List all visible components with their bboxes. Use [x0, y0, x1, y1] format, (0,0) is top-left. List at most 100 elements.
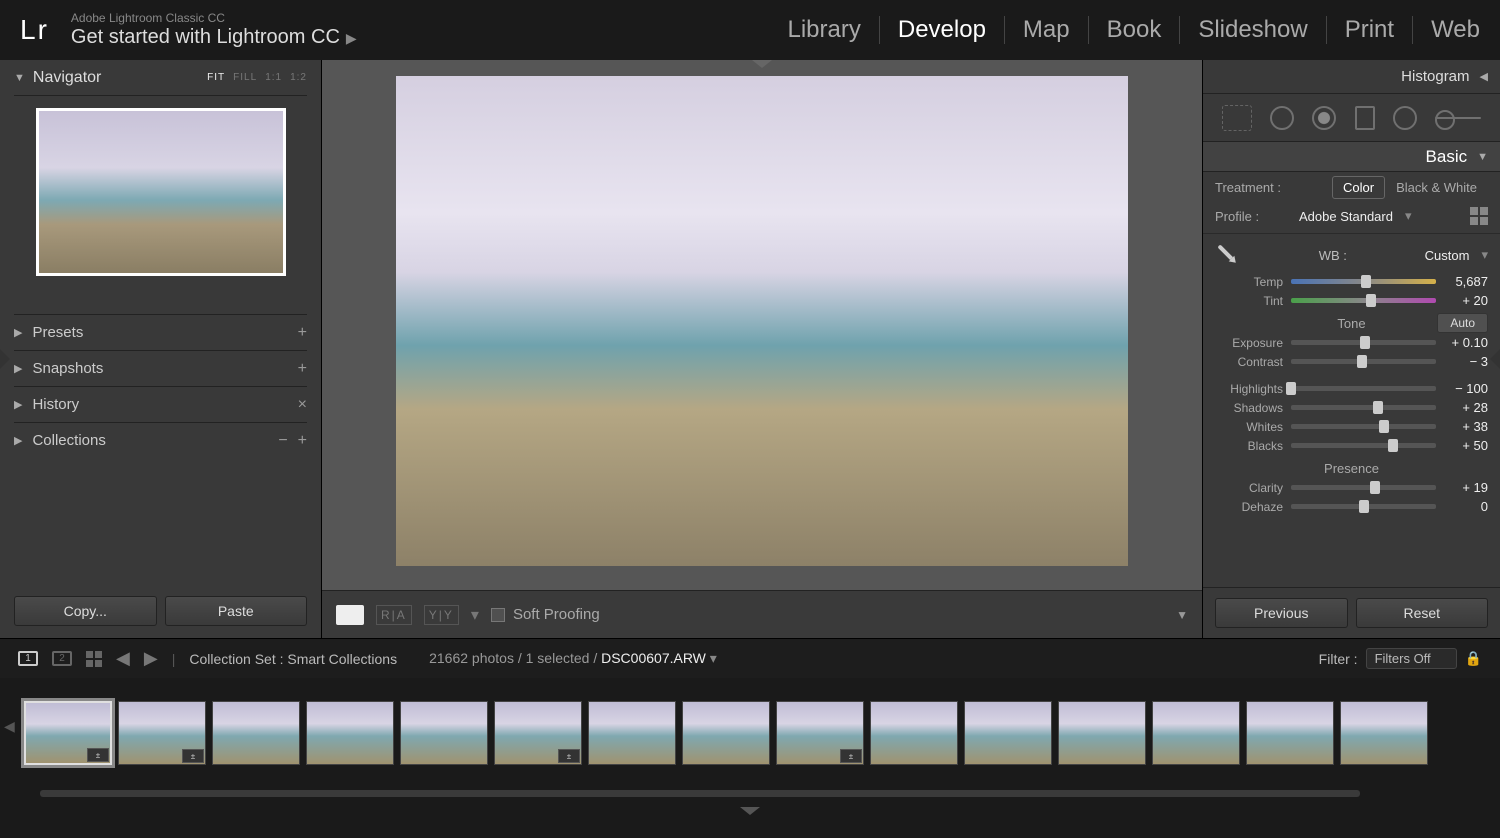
panel-snapshots[interactable]: ▶Snapshots+	[14, 350, 307, 386]
slider-value-exposure[interactable]: + 0.10	[1444, 335, 1488, 350]
auto-tone-button[interactable]: Auto	[1437, 313, 1488, 333]
panel-tool[interactable]: +	[298, 360, 307, 378]
chevron-down-icon[interactable]: ▼	[14, 72, 25, 84]
chevron-left-icon[interactable]: ◀	[1480, 70, 1488, 83]
paste-button[interactable]: Paste	[165, 596, 308, 626]
filmstrip-thumb[interactable]: ±	[24, 701, 112, 765]
zoom-fit[interactable]: FIT	[207, 72, 225, 83]
slider-value-temp[interactable]: 5,687	[1444, 274, 1488, 289]
treatment-black-white[interactable]: Black & White	[1385, 176, 1488, 199]
panel-tool[interactable]: +	[298, 324, 307, 342]
soft-proofing-toggle[interactable]: Soft Proofing	[491, 606, 600, 623]
slider-dehaze[interactable]	[1291, 504, 1436, 509]
filmstrip-thumb[interactable]	[1152, 701, 1240, 765]
grid-view-icon[interactable]	[86, 651, 102, 667]
slider-label-whites: Whites	[1215, 420, 1283, 434]
filmstrip-thumb[interactable]	[1246, 701, 1334, 765]
lock-icon[interactable]: 🔒	[1465, 650, 1482, 667]
module-library[interactable]: Library	[770, 16, 880, 44]
filmstrip-thumb[interactable]	[306, 701, 394, 765]
slider-contrast[interactable]	[1291, 359, 1436, 364]
profile-value[interactable]: Adobe Standard	[1299, 209, 1393, 224]
module-develop[interactable]: Develop	[880, 16, 1005, 44]
filter-select[interactable]: Filters Off	[1366, 648, 1457, 669]
panel-presets[interactable]: ▶Presets+	[14, 314, 307, 350]
panel-tool[interactable]: −	[278, 432, 287, 450]
filmstrip-thumb[interactable]: ±	[118, 701, 206, 765]
slider-value-whites[interactable]: + 38	[1444, 419, 1488, 434]
adjustment-brush-icon[interactable]	[1435, 117, 1481, 119]
radial-filter-icon[interactable]	[1393, 106, 1417, 130]
redeye-tool-icon[interactable]	[1312, 106, 1336, 130]
navigator-thumbnail[interactable]	[36, 108, 286, 276]
slider-shadows[interactable]	[1291, 405, 1436, 410]
treatment-color[interactable]: Color	[1332, 176, 1385, 199]
chevron-down-icon[interactable]: ▼	[1477, 151, 1488, 163]
slider-value-contrast[interactable]: − 3	[1444, 354, 1488, 369]
monitor-2-icon[interactable]: 2	[52, 651, 72, 666]
copy-button[interactable]: Copy...	[14, 596, 157, 626]
module-web[interactable]: Web	[1413, 16, 1480, 44]
slider-value-dehaze[interactable]: 0	[1444, 499, 1488, 514]
histogram-title[interactable]: Histogram	[1401, 68, 1469, 85]
wb-value[interactable]: Custom	[1425, 248, 1470, 263]
reset-button[interactable]: Reset	[1356, 598, 1489, 628]
slider-exposure[interactable]	[1291, 340, 1436, 345]
zoom-1-1[interactable]: 1:1	[265, 72, 282, 83]
slider-value-highlights[interactable]: − 100	[1444, 381, 1488, 396]
eyedropper-icon[interactable]	[1210, 237, 1247, 274]
checkbox-icon[interactable]	[491, 608, 505, 622]
module-print[interactable]: Print	[1327, 16, 1413, 44]
panel-history[interactable]: ▶History×	[14, 386, 307, 422]
filmstrip-thumb[interactable]	[212, 701, 300, 765]
module-map[interactable]: Map	[1005, 16, 1089, 44]
zoom-fill[interactable]: FILL	[233, 72, 257, 83]
filmstrip-thumb[interactable]	[964, 701, 1052, 765]
slider-value-shadows[interactable]: + 28	[1444, 400, 1488, 415]
slider-blacks[interactable]	[1291, 443, 1436, 448]
collection-path[interactable]: Collection Set : Smart Collections	[189, 651, 397, 667]
module-slideshow[interactable]: Slideshow	[1180, 16, 1326, 44]
filmstrip-thumb[interactable]: ±	[776, 701, 864, 765]
slider-value-tint[interactable]: + 20	[1444, 293, 1488, 308]
panel-tool[interactable]: ×	[298, 396, 307, 414]
crop-tool-icon[interactable]	[1222, 105, 1252, 131]
chevron-down-icon[interactable]: ▼	[1176, 608, 1188, 622]
filmstrip-scrollbar[interactable]	[40, 790, 1360, 797]
zoom-1-2[interactable]: 1:2	[290, 72, 307, 83]
slider-tint[interactable]	[1291, 298, 1436, 303]
main-image-canvas[interactable]	[396, 76, 1128, 566]
slider-value-clarity[interactable]: + 19	[1444, 480, 1488, 495]
panel-collections[interactable]: ▶Collections−+	[14, 422, 307, 458]
identity-plate[interactable]: Adobe Lightroom Classic CC Get started w…	[71, 11, 357, 49]
graduated-filter-icon[interactable]	[1355, 106, 1375, 130]
panel-tool[interactable]: +	[298, 432, 307, 450]
before-after-buttons[interactable]: R|A	[376, 605, 412, 625]
slider-temp[interactable]	[1291, 279, 1436, 284]
nav-forward-icon[interactable]: ▶	[144, 648, 158, 669]
module-book[interactable]: Book	[1089, 16, 1181, 44]
filmstrip-thumb[interactable]	[1058, 701, 1146, 765]
nav-back-icon[interactable]: ◀	[116, 648, 130, 669]
collapse-top-icon[interactable]	[752, 60, 772, 68]
current-filename[interactable]: DSC00607.ARW	[601, 650, 706, 666]
slider-highlights[interactable]	[1291, 386, 1436, 391]
monitor-1-icon[interactable]: 1	[18, 651, 38, 666]
slider-value-blacks[interactable]: + 50	[1444, 438, 1488, 453]
filmstrip-thumb[interactable]: ±	[494, 701, 582, 765]
collapse-bottom-icon[interactable]	[740, 807, 760, 815]
spot-removal-icon[interactable]	[1270, 106, 1294, 130]
previous-button[interactable]: Previous	[1215, 598, 1348, 628]
filmstrip-thumb[interactable]	[400, 701, 488, 765]
loupe-view-icon[interactable]	[336, 605, 364, 625]
filmstrip-thumb[interactable]	[1340, 701, 1428, 765]
filmstrip-thumb[interactable]	[588, 701, 676, 765]
before-after-split-buttons[interactable]: Y|Y	[424, 605, 459, 625]
profile-browser-icon[interactable]	[1470, 207, 1488, 225]
basic-panel-title[interactable]: Basic	[1426, 147, 1468, 167]
slider-whites[interactable]	[1291, 424, 1436, 429]
filmstrip[interactable]: ±±±±	[0, 678, 1500, 788]
filmstrip-thumb[interactable]	[870, 701, 958, 765]
filmstrip-thumb[interactable]	[682, 701, 770, 765]
slider-clarity[interactable]	[1291, 485, 1436, 490]
